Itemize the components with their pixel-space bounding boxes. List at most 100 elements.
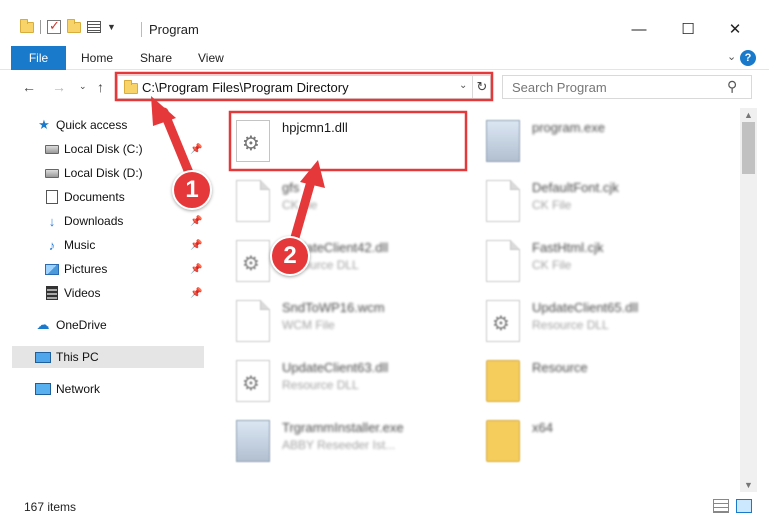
drive-icon — [44, 141, 60, 157]
dll-gear-icon: ⚙ — [236, 120, 270, 162]
close-button[interactable]: ✕ — [712, 14, 758, 44]
download-icon: ↓ — [48, 213, 56, 229]
file-name: SndToWP16.wcm — [282, 300, 385, 315]
installer-icon — [236, 420, 270, 462]
file-item[interactable]: ⚙ UpdateClient42.dll Resource DLL — [226, 234, 466, 284]
pin-icon[interactable]: 📌 — [190, 240, 202, 251]
file-item[interactable]: program.exe — [476, 114, 716, 164]
sidebar-item-label: Local Disk (D:) — [64, 166, 143, 180]
sidebar-item-downloads[interactable]: ↓ Downloads 📌 — [0, 210, 205, 232]
folder-item[interactable]: Resource — [476, 354, 716, 404]
file-item[interactable]: SndToWP16.wcm WCM File — [226, 294, 466, 344]
dll-gear-icon: ⚙ — [236, 240, 270, 282]
pin-icon[interactable]: 📌 — [190, 144, 202, 155]
file-type: WCM File — [282, 318, 335, 332]
music-icon: ♪ — [48, 237, 56, 253]
folder-icon[interactable] — [20, 18, 34, 33]
address-dropdown-icon[interactable]: ⌄ — [459, 80, 467, 91]
address-bar[interactable]: C:\Program Files\Program Directory ⌄ ↻ — [117, 75, 491, 99]
file-name: Resource — [532, 360, 588, 375]
pin-icon[interactable]: 📌 — [190, 216, 202, 227]
pictures-icon — [44, 261, 60, 277]
blank-file-icon — [486, 240, 520, 282]
sidebar-item-local-disk-c[interactable]: Local Disk (C:) 📌 — [0, 138, 205, 160]
pin-icon[interactable]: 📌 — [190, 288, 202, 299]
file-item[interactable]: FastHtml.cjk CK File — [476, 234, 716, 284]
file-type: Resource DLL — [532, 318, 609, 332]
file-type: CK File — [532, 198, 572, 212]
maximize-button[interactable]: ☐ — [665, 14, 711, 44]
file-type: Resource DLL — [282, 378, 359, 392]
star-icon: ★ — [38, 117, 50, 132]
tab-file[interactable]: File — [11, 46, 66, 70]
details-view-icon[interactable] — [713, 499, 729, 513]
back-arrow-icon[interactable]: ← — [22, 79, 36, 95]
sidebar-item-quick-access[interactable]: ★ Quick access — [0, 114, 205, 136]
scroll-thumb[interactable] — [742, 122, 755, 174]
search-placeholder[interactable]: Search Program — [512, 80, 607, 95]
navigation-pane: ★ Quick access Local Disk (C:) 📌 Local D… — [0, 108, 210, 492]
search-box[interactable]: Search Program ⚲ — [502, 75, 752, 99]
large-icons-view-icon[interactable] — [736, 499, 752, 513]
dll-gear-icon: ⚙ — [236, 360, 270, 402]
drive-icon — [44, 165, 60, 181]
recent-locations-icon[interactable]: ⌄ — [79, 81, 87, 92]
file-name: gfs — [282, 180, 300, 195]
status-bar: 167 items — [0, 494, 769, 518]
navigation-bar: ← → ⌄ ↑ C:\Program Files\Program Directo… — [0, 71, 769, 105]
file-item-hpjcmn1-dll[interactable]: ⚙ hpjcmn1.dll — [226, 114, 466, 164]
file-item[interactable]: DefaultFont.cjk CK File — [476, 174, 716, 224]
file-item[interactable]: TrgrammInstaller.exe ABBY Reseeder Ist..… — [226, 414, 466, 464]
file-item[interactable]: ⚙ UpdateClient63.dll Resource DLL — [226, 354, 466, 404]
quick-access-toolbar: ▼ — [20, 18, 116, 34]
file-type: ABBY Reseeder Ist... — [282, 438, 396, 452]
sidebar-item-pictures[interactable]: Pictures 📌 — [0, 258, 205, 280]
folder-item[interactable]: x64 — [476, 414, 716, 464]
expand-ribbon-icon[interactable]: ⌄ — [727, 50, 736, 63]
refresh-icon[interactable]: ↻ — [472, 76, 491, 98]
scroll-up-icon[interactable]: ▲ — [744, 110, 753, 120]
dll-gear-icon: ⚙ — [486, 300, 520, 342]
pin-icon[interactable]: 📌 — [190, 264, 202, 275]
item-count: 167 items — [24, 500, 77, 514]
sidebar-item-label: Quick access — [56, 118, 128, 132]
sidebar-item-onedrive[interactable]: ☁ OneDrive — [0, 314, 205, 336]
up-arrow-icon[interactable]: ↑ — [97, 79, 104, 95]
scroll-down-icon[interactable]: ▼ — [744, 480, 753, 490]
sidebar-item-videos[interactable]: Videos 📌 — [0, 282, 205, 304]
toolbar-separator — [40, 20, 41, 34]
title-divider — [141, 22, 142, 37]
computer-icon — [35, 349, 51, 365]
properties-check-icon[interactable] — [47, 18, 61, 34]
window-title: Program — [149, 22, 199, 37]
sidebar-item-music[interactable]: ♪ Music 📌 — [0, 234, 205, 256]
file-name: UpdateClient63.dll — [282, 360, 389, 375]
customize-toolbar-icon[interactable] — [87, 21, 101, 33]
chevron-down-icon[interactable]: ▼ — [107, 22, 116, 32]
videos-icon — [44, 285, 60, 301]
sidebar-item-label: This PC — [56, 350, 99, 364]
file-name: UpdateClient65.dll — [532, 300, 639, 315]
file-name: x64 — [532, 420, 553, 435]
sidebar-item-network[interactable]: Network — [0, 378, 205, 400]
file-type: CK file — [282, 198, 318, 212]
tab-view[interactable]: View — [198, 46, 224, 70]
network-icon — [35, 381, 51, 397]
help-icon[interactable]: ? — [740, 50, 756, 66]
sidebar-item-label: Videos — [64, 286, 101, 300]
file-item[interactable]: gfs CK file — [226, 174, 466, 224]
sidebar-item-this-pc[interactable]: This PC — [12, 346, 204, 368]
address-path[interactable]: C:\Program Files\Program Directory — [142, 80, 349, 95]
tab-home[interactable]: Home — [81, 46, 113, 70]
sidebar-item-label: Network — [56, 382, 101, 396]
new-folder-icon[interactable] — [67, 18, 81, 33]
file-item[interactable]: ⚙ UpdateClient65.dll Resource DLL — [476, 294, 716, 344]
file-name: FastHtml.cjk — [532, 240, 604, 255]
sidebar-item-label: OneDrive — [56, 318, 107, 332]
vertical-scrollbar[interactable]: ▲ ▼ — [740, 108, 757, 492]
sidebar-item-label: Music — [64, 238, 96, 252]
tab-share[interactable]: Share — [140, 46, 172, 70]
forward-arrow-icon[interactable]: → — [52, 79, 66, 95]
search-icon[interactable]: ⚲ — [727, 78, 737, 95]
minimize-button[interactable]: — — [616, 14, 662, 44]
